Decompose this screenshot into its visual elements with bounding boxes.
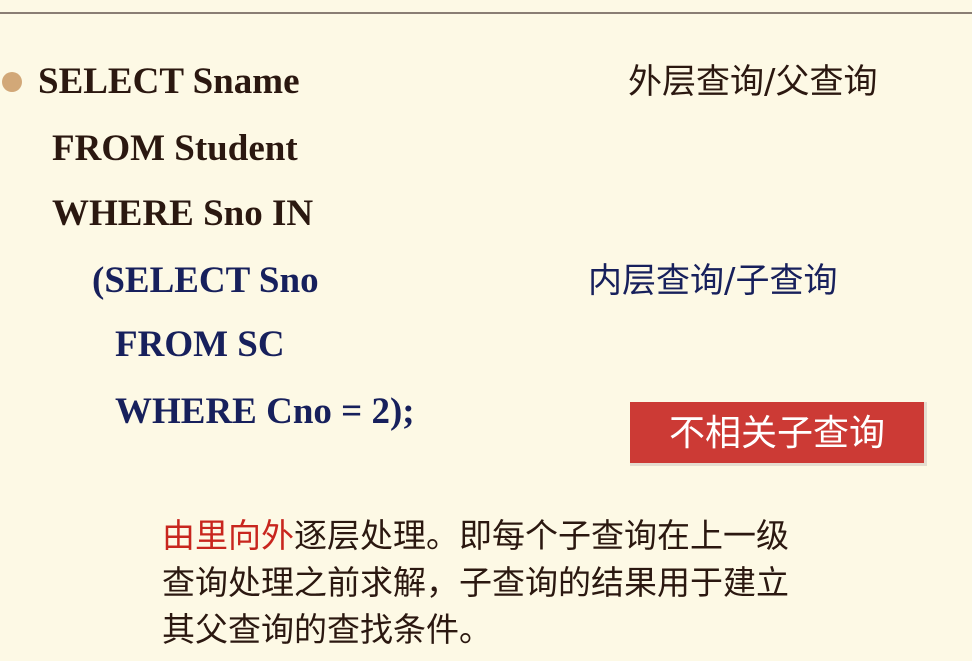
sql-outer-where: WHERE Sno IN bbox=[52, 193, 314, 234]
description: 由里向外逐层处理。即每个子查询在上一级 查询处理之前求解，子查询的结果用于建立 … bbox=[162, 512, 952, 653]
bullet-icon bbox=[2, 72, 22, 92]
description-highlight: 由里向外 bbox=[162, 516, 294, 555]
sql-outer-from: FROM Student bbox=[52, 128, 298, 169]
inner-query-label: 内层查询/子查询 bbox=[588, 261, 838, 301]
description-line-1-rest: 逐层处理。即每个子查询在上一级 bbox=[294, 516, 789, 555]
sql-inner-select: (SELECT Sno bbox=[92, 260, 319, 301]
description-line-3: 其父查询的查找条件。 bbox=[162, 610, 492, 649]
sql-inner-from: FROM SC bbox=[115, 324, 285, 365]
outer-query-label: 外层查询/父查询 bbox=[628, 62, 878, 102]
description-line-1: 由里向外逐层处理。即每个子查询在上一级 bbox=[162, 512, 952, 559]
sql-outer-select: SELECT Sname bbox=[38, 61, 300, 102]
uncorrelated-subquery-badge: 不相关子查询 bbox=[630, 402, 927, 466]
top-divider bbox=[0, 12, 972, 14]
sql-inner-where: WHERE Cno = 2); bbox=[115, 391, 415, 432]
description-line-2: 查询处理之前求解，子查询的结果用于建立 bbox=[162, 563, 789, 602]
